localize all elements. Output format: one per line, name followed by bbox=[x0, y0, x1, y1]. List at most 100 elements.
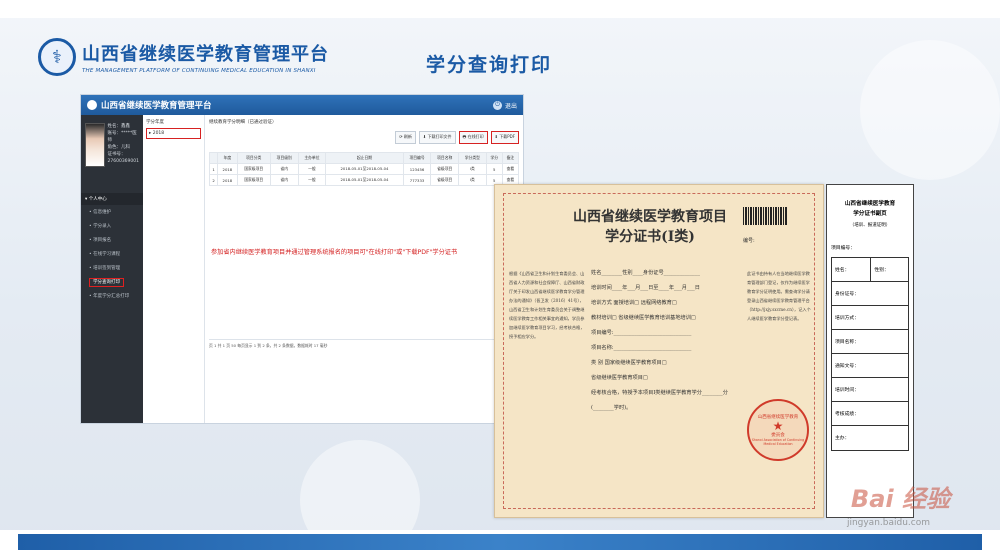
year-header: 学分年度 bbox=[146, 120, 164, 125]
app-header: 山西省继续医学教育管理平台 ⏻ 退出 bbox=[81, 95, 523, 115]
table-cell: 省内 bbox=[269, 174, 299, 186]
decor-circle bbox=[860, 40, 1000, 180]
table-cell: 2018 bbox=[217, 174, 238, 186]
download-print-file-button[interactable]: ⬇ 下载打印文件 bbox=[418, 131, 456, 144]
stub-title-line2: 学分证书副页 bbox=[853, 211, 887, 217]
certificate-field: 省级继续医学教育项目□ bbox=[591, 375, 648, 381]
table-cell: 一般 bbox=[297, 174, 327, 186]
app-logo-icon bbox=[87, 100, 97, 110]
table-cell: 2 bbox=[208, 174, 219, 186]
certificate-field: 培训方式 面授培训□ 远程网络教育□ bbox=[591, 300, 677, 306]
sidebar-item-checkin[interactable]: • 培训签到管理 bbox=[81, 261, 143, 275]
certificate-left-text: 根据《山西省卫生和计划生育委员会、山西省人力资源和社会保障厅、山西省财政厅关于印… bbox=[509, 271, 585, 339]
bottom-stripe bbox=[18, 534, 982, 550]
certificate-field: 教材培训□ 省级继续医学教育培训基地培训□ bbox=[591, 315, 696, 321]
barcode-icon bbox=[743, 207, 787, 225]
table-cell: I类 bbox=[458, 163, 487, 175]
certificate-title-line2: 学分证书(I类) bbox=[605, 229, 695, 245]
app-title: 山西省继续医学教育管理平台 bbox=[87, 99, 212, 111]
table-cell: 2018 bbox=[217, 163, 238, 175]
table-row[interactable]: 2 2018 国家级项目 省内 一般 2018-05-01至2018-05-04… bbox=[208, 174, 520, 186]
table-header-row: 年度 项目分类 项目级别 主办单位 起止日期 项目编号 项目名称 学分类型 学分… bbox=[208, 152, 520, 164]
app-window: 山西省继续医学教育管理平台 ⏻ 退出 姓名：鑫鑫 账号：*****医师 角色：儿… bbox=[80, 94, 524, 424]
col-header: 备注 bbox=[501, 152, 520, 164]
seal-english: Shanxi Association of Continuing Medical… bbox=[751, 438, 805, 446]
credit-certificate: 山西省继续医学教育项目 学分证书(I类) 编号: 根据《山西省卫生和计划生育委员… bbox=[494, 184, 824, 518]
platform-logo-icon: ⚕ bbox=[38, 38, 76, 76]
table-cell: 2018-05-01至2018-05-04 bbox=[325, 174, 404, 186]
sidebar-item-credit-query[interactable]: 学分查询打印 bbox=[81, 275, 143, 289]
year-column: 学分年度 ▸ 2018 bbox=[143, 115, 205, 423]
table-cell: 2018-05-01至2018-05-04 bbox=[325, 163, 404, 175]
brand-subtitle: THE MANAGEMENT PLATFORM OF CONTINUING ME… bbox=[82, 68, 316, 74]
brand: ⚕ 山西省继续医学教育管理平台 THE MANAGEMENT PLATFORM … bbox=[38, 38, 329, 76]
sidebar-item-project-signup[interactable]: • 项目报名 bbox=[81, 233, 143, 247]
sidebar: 姓名：鑫鑫 账号：*****医师 角色：儿科 证书号： 27600369001 … bbox=[81, 115, 143, 423]
certificate-stub: 山西省继续医学教育 学分证书副页 （培训、报道证明） 项目编号： 姓名： 性别： … bbox=[826, 184, 914, 518]
user-name: 姓名：鑫鑫 bbox=[107, 124, 131, 129]
stub-row: 培训时间： bbox=[832, 378, 908, 402]
certificate-field: (________学时)。 bbox=[591, 405, 632, 411]
col-header: 学分类型 bbox=[458, 152, 487, 164]
year-item-selected[interactable]: ▸ 2018 bbox=[146, 128, 201, 139]
watermark-logo: Bai 经验 bbox=[850, 485, 950, 513]
user-cert-value: 27600369001 bbox=[107, 159, 140, 164]
table-row[interactable]: 1 2018 国家级项目 省内 一般 2018-05-01至2018-05-04… bbox=[208, 163, 520, 175]
breadcrumb: 继续教育学分明细（已通过验证） bbox=[209, 120, 277, 125]
certificate-fields: 姓名________性别____身份证号______________ 培训时间_… bbox=[591, 269, 741, 419]
exit-button[interactable]: ⏻ 退出 bbox=[492, 100, 517, 110]
sidebar-item-online-course[interactable]: • 在线学习课程 bbox=[81, 247, 143, 261]
table-cell: 5 bbox=[485, 163, 503, 175]
sidebar-item-credit-entry[interactable]: • 学分录入 bbox=[81, 219, 143, 233]
user-account: 账号：*****医师 bbox=[107, 131, 137, 143]
col-header: 项目名称 bbox=[430, 152, 460, 164]
table-cell: 一般 bbox=[297, 163, 327, 175]
col-header: 项目分类 bbox=[236, 152, 271, 164]
table-cell: 省内 bbox=[269, 163, 299, 175]
download-pdf-button[interactable]: ⬇ 下载PDF bbox=[490, 131, 519, 144]
table-cell: 777333 bbox=[402, 174, 432, 186]
grid-area: 继续教育学分明细（已通过验证） ⟳ 刷新 ⬇ 下载打印文件 🖶 在线打印 ⬇ 下… bbox=[205, 115, 523, 423]
stub-row: 培训方式： bbox=[832, 306, 908, 330]
top-band bbox=[0, 0, 1000, 18]
certificate-field: 类 别 国家级继续医学教育项目□ bbox=[591, 360, 667, 366]
col-header: 项目级别 bbox=[269, 152, 299, 164]
stub-row: 考核成绩： bbox=[832, 402, 908, 426]
certificate-title-line1: 山西省继续医学教育项目 bbox=[573, 209, 727, 225]
refresh-button[interactable]: ⟳ 刷新 bbox=[395, 131, 416, 144]
stub-title-line1: 山西省继续医学教育 bbox=[844, 201, 896, 207]
certificate-right-text: 此证书由持有人在当地继续医学教育管理部门登记，仅作为继续医学教育学分证明使用。需… bbox=[747, 271, 811, 321]
official-seal-icon: 山西省继续医学教育 ★ 委员会 Shanxi Association of Co… bbox=[747, 399, 809, 461]
pager[interactable]: 页 1 共 1 页 50 每页显示 1 到 2 条，共 2 条数据，数据耗时 1… bbox=[209, 339, 519, 349]
certificate-field: 项目名称:______________________________ bbox=[591, 345, 692, 351]
power-icon: ⏻ bbox=[492, 100, 502, 110]
table-cell: 1 bbox=[208, 163, 219, 175]
sidebar-item-info[interactable]: • 信息维护 bbox=[81, 205, 143, 219]
certificate-number-label: 编号: bbox=[743, 238, 755, 244]
stub-subtitle: （培训、报道证明） bbox=[849, 223, 891, 228]
certificate-field: 项目编号:______________________________ bbox=[591, 330, 692, 336]
sidebar-item-annual-summary[interactable]: • 年度学分汇总打印 bbox=[81, 289, 143, 303]
credit-table: 年度 项目分类 项目级别 主办单位 起止日期 项目编号 项目名称 学分类型 学分… bbox=[208, 152, 520, 186]
star-icon: ★ bbox=[772, 419, 784, 433]
view-link[interactable]: 查看 bbox=[501, 163, 520, 175]
col-header: 起止日期 bbox=[325, 152, 404, 164]
avatar bbox=[85, 123, 105, 167]
sidebar-section-personal[interactable]: ▾ 个人中心 bbox=[81, 193, 143, 205]
table-cell: I类 bbox=[458, 174, 487, 186]
col-header: 项目编号 bbox=[402, 152, 432, 164]
table-cell: 国家级项目 bbox=[236, 163, 271, 175]
online-print-button[interactable]: 🖶 在线打印 bbox=[458, 131, 488, 144]
table-cell: 省级项目 bbox=[430, 163, 460, 175]
col-header bbox=[208, 152, 219, 164]
stub-title: 山西省继续医学教育 学分证书副页 bbox=[831, 199, 909, 219]
brand-title: 山西省继续医学教育管理平台 bbox=[82, 44, 329, 65]
col-header: 主办单位 bbox=[297, 152, 327, 164]
app-title-text: 山西省继续医学教育管理平台 bbox=[101, 101, 212, 111]
user-role: 角色：儿科 bbox=[107, 145, 131, 150]
stub-row: 主办： bbox=[835, 436, 850, 441]
toolbar: ⟳ 刷新 ⬇ 下载打印文件 🖶 在线打印 ⬇ 下载PDF bbox=[209, 131, 519, 144]
certificate-title: 山西省继续医学教育项目 学分证书(I类) bbox=[565, 207, 735, 247]
stub-table: 姓名： 性别： 身份证号： 培训方式： 项目名称： 通知文号： 培训时间： 考核成… bbox=[831, 257, 909, 451]
watermark-url: jingyan.baidu.com bbox=[846, 518, 930, 528]
